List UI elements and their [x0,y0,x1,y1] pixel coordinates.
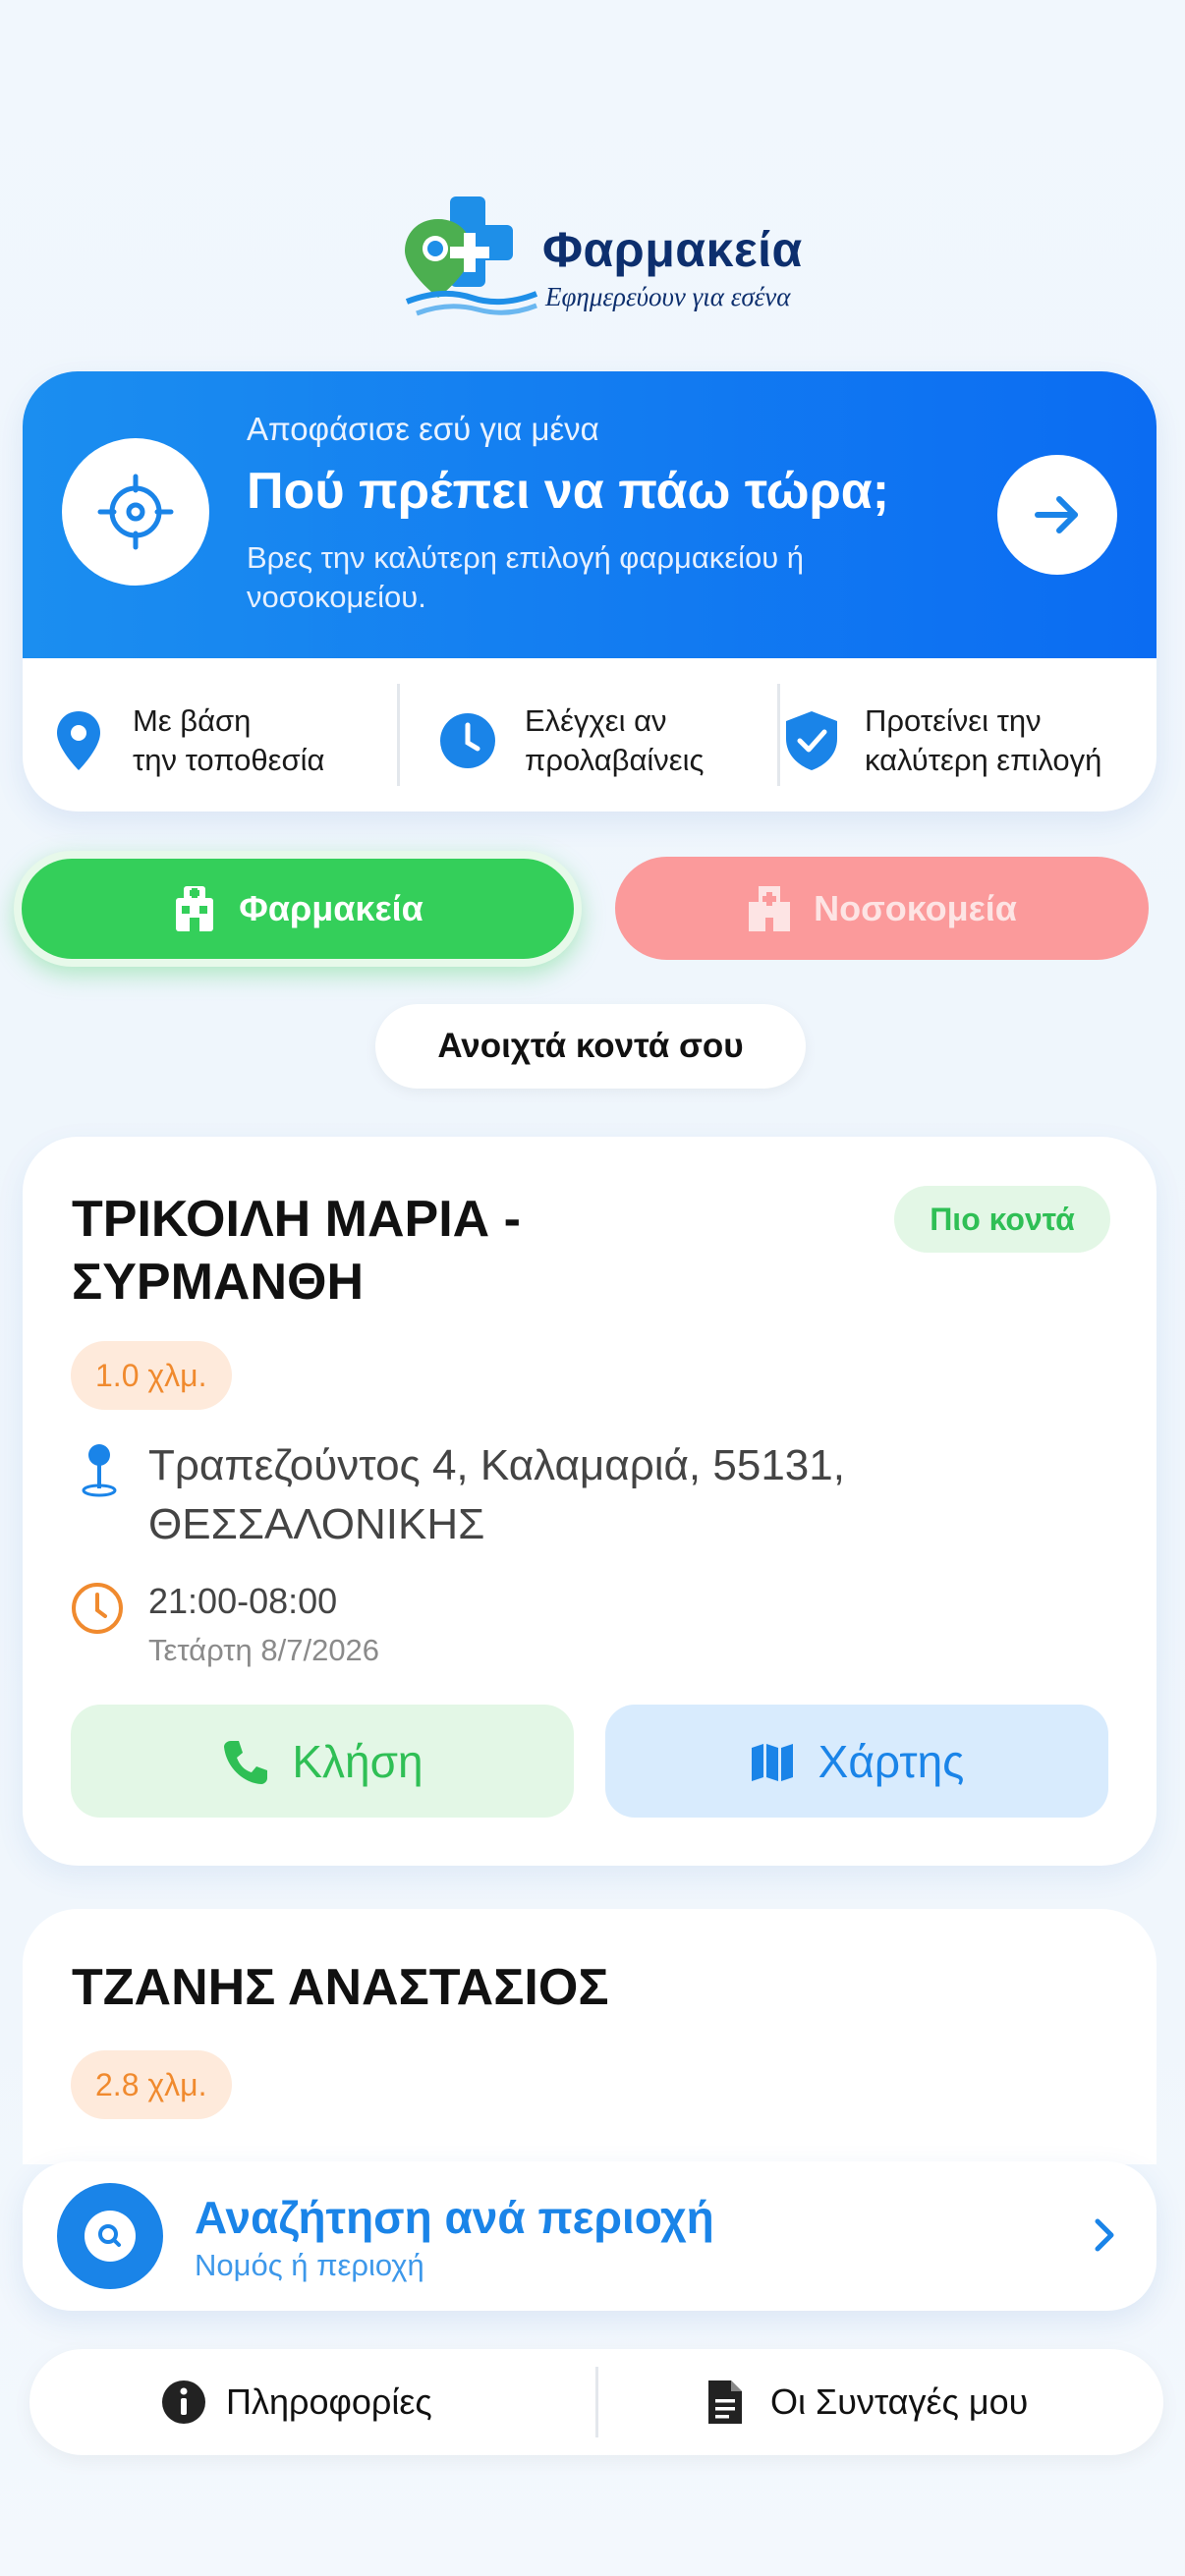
feature-time-line2: προλαβαίνεις [525,743,705,777]
pharmacy-card[interactable]: ΤΡΙΚΟΙΛΗ ΜΑΡΙΑ - ΣΥΡΜΑΝΘΗ Πιο κοντά 1.0 … [23,1137,1157,1866]
bottom-nav-divider [595,2367,598,2437]
feature-location-line2: την τοποθεσία [133,743,325,777]
feature-divider [397,684,400,786]
location-pin-icon [57,711,100,770]
search-subtitle: Νομός ή περιοχή [195,2248,424,2282]
hero-go-button[interactable] [997,455,1117,575]
opening-hours: 21:00-08:00 [148,1581,338,1621]
pharmacy-name: ΤΡΙΚΟΙΛΗ ΜΑΡΙΑ - ΣΥΡΜΑΝΘΗ [72,1191,521,1311]
pharmacy-address: Τραπεζούντος 4, Καλαμαριά, 55131, ΘΕΣΣΑΛ… [148,1441,845,1548]
pharmacy-cross-pin-icon [405,196,538,316]
tab-hospitals[interactable]: Νοσοκομεία [615,857,1149,960]
feature-location: Με βάση την τοποθεσία [54,692,324,790]
feature-best: Προτείνει την καλύτερη επιλογή [782,692,1101,790]
feature-time-line1: Ελέγχει αν [525,703,667,738]
document-icon [708,2380,742,2424]
feature-best-line2: καλύτερη επιλογή [865,743,1102,777]
call-button-label: Κλήση [292,1735,423,1787]
map-button-label: Χάρτης [818,1735,965,1787]
chevron-right-icon [1095,2218,1114,2252]
my-prescriptions-button[interactable]: Οι Συνταγές μου [705,2349,1028,2455]
arrow-right-icon [1035,496,1078,533]
tab-hospitals-label: Νοσοκομεία [814,887,1017,928]
feature-best-line1: Προτείνει την [865,703,1042,738]
logo-subtitle: Εφημερεύουν για εσένα [545,282,791,311]
hero-title: Πού πρέπει να πάω τώρα; [247,463,890,520]
feature-divider [777,684,780,786]
nearest-badge: Πιο κοντά [894,1186,1110,1253]
open-near-you-label: Ανοιχτά κοντά σου [375,1004,806,1089]
map-icon [751,1743,793,1781]
logo-title: Φαρμακεία [542,222,803,277]
tab-pharmacies[interactable]: Φαρμακεία [14,851,582,967]
target-icon-circle [62,438,209,586]
search-title: Αναζήτηση ανά περιοχή [195,2192,714,2243]
crosshair-icon [97,474,174,550]
pharmacy-card[interactable]: ΤΖΑΝΗΣ ΑΝΑΣΤΑΣΙΟΣ 2.8 χλμ. [23,1909,1157,2164]
decide-for-me-card[interactable]: Αποφάσισε εσύ για μένα Πού πρέπει να πάω… [23,371,1157,812]
phone-icon [224,1740,268,1784]
hero-description: Βρες την καλύτερη επιλογή φαρμακείου ή ν… [247,540,805,614]
shield-check-icon [786,711,837,770]
info-button[interactable]: Πληροφορίες [161,2349,432,2455]
clock-icon [72,1583,123,1634]
clock-icon [440,713,495,768]
app-logo: Φαρμακεία Εφημερεύουν για εσένα [403,192,816,324]
pharmacy-building-icon [176,886,214,931]
distance-badge: 1.0 χλμ. [71,1341,232,1410]
hero-banner: Αποφάσισε εσύ για μένα Πού πρέπει να πάω… [23,371,1157,658]
bottom-nav: Πληροφορίες Οι Συνταγές μου [29,2349,1163,2455]
info-button-label: Πληροφορίες [226,2381,432,2422]
hospital-building-icon [749,885,791,931]
search-by-area-button[interactable]: Αναζήτηση ανά περιοχή Νομός ή περιοχή [23,2161,1157,2311]
search-icon-circle [57,2183,163,2289]
call-button[interactable]: Κλήση [71,1705,574,1818]
feature-time: Ελέγχει αν προλαβαίνεις [438,692,704,790]
feature-location-line1: Με βάση [133,703,252,738]
tab-pharmacies-label: Φαρμακεία [239,888,423,928]
search-icon [85,2211,136,2262]
pharmacy-name: ΤΖΑΝΗΣ ΑΝΑΣΤΑΣΙΟΣ [72,1959,609,2016]
my-prescriptions-label: Οι Συνταγές μου [770,2381,1029,2422]
map-pin-icon [82,1444,117,1497]
hero-kicker: Αποφάσισε εσύ για μένα [247,411,599,447]
info-icon [162,2380,205,2424]
distance-badge: 2.8 χλμ. [71,2050,232,2119]
duty-date: Τετάρτη 8/7/2026 [148,1633,380,1667]
map-button[interactable]: Χάρτης [605,1705,1108,1818]
